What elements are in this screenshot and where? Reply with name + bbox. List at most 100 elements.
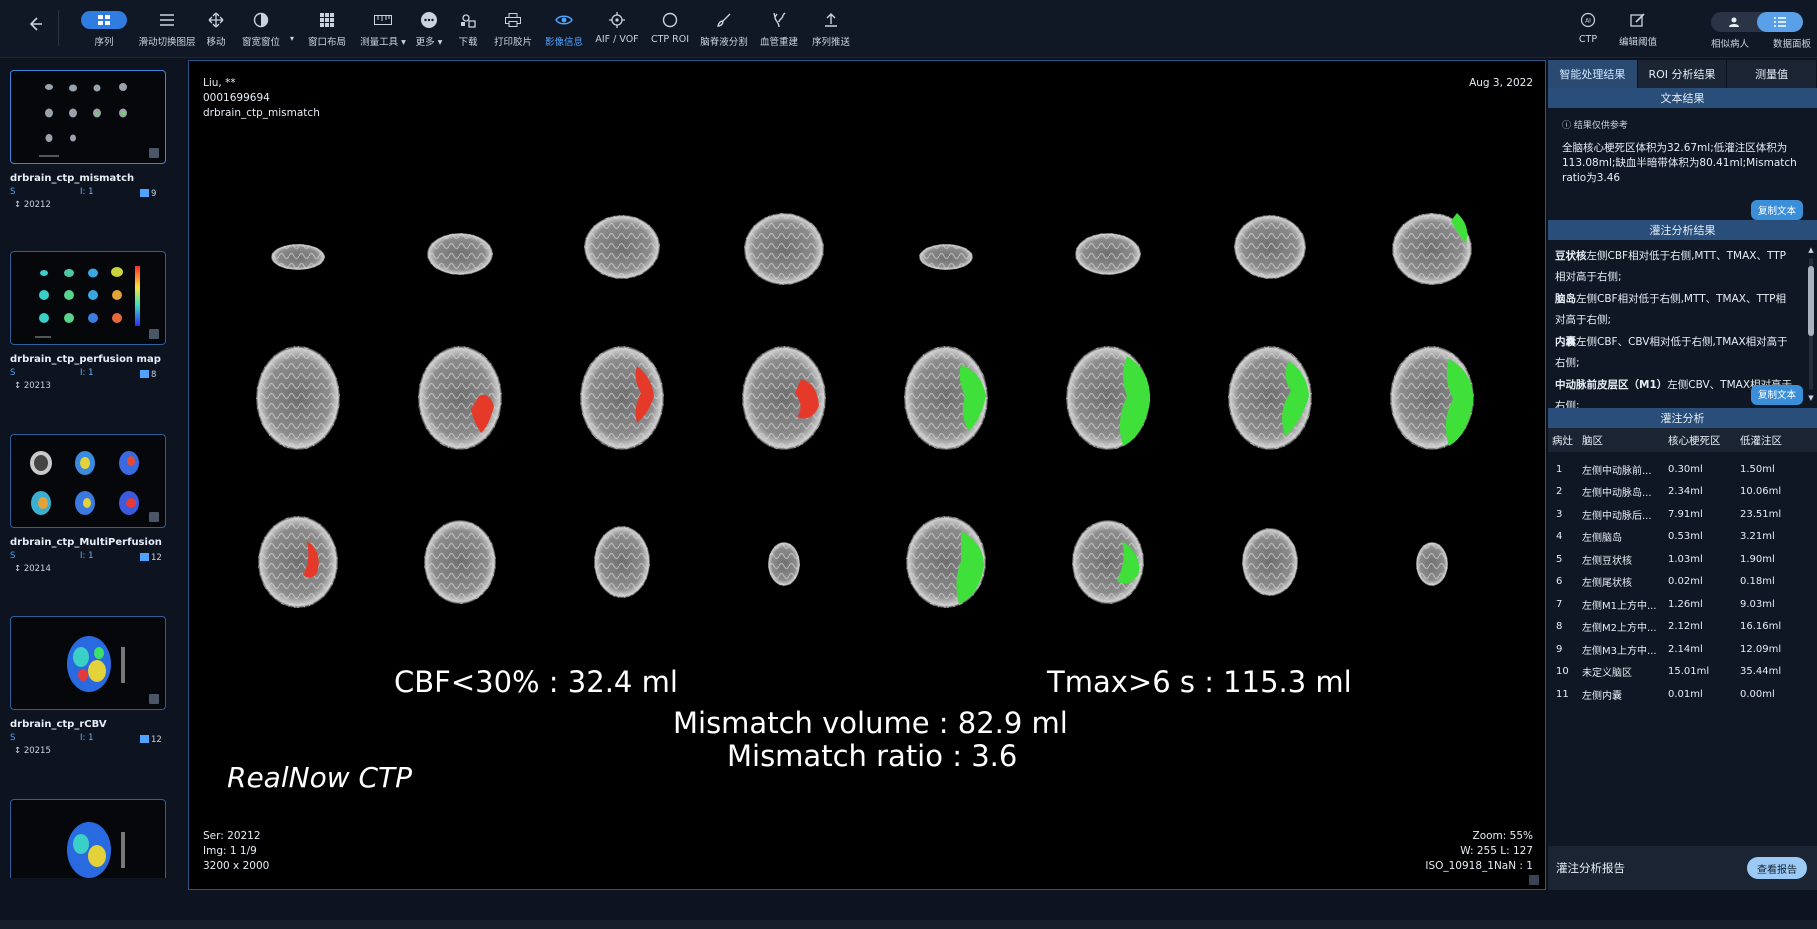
data-panel-toggle[interactable]: [1757, 12, 1803, 32]
layers-icon: [160, 10, 174, 30]
table-row[interactable]: 1 左侧中动脉前... 0.30ml 1.50ml: [1548, 458, 1817, 481]
series-card[interactable]: drbrain_ctp_perfusion map S I: 1 8 ↕ 202…: [10, 251, 166, 394]
table-cell: 0.18ml: [1740, 576, 1775, 588]
back-arrow-icon[interactable]: [22, 14, 48, 40]
table-row[interactable]: 5 左侧豆状核 1.03ml 1.90ml: [1548, 548, 1817, 571]
table-row[interactable]: 2 左侧中动脉岛... 2.34ml 10.06ml: [1548, 481, 1817, 504]
table-cell: 0.01ml: [1668, 688, 1703, 700]
text-result-header: 文本结果: [1548, 88, 1817, 108]
image-viewport[interactable]: Liu, ** 0001699694 drbrain_ctp_mismatch …: [188, 60, 1546, 890]
table-row[interactable]: 10 未定义脑区 15.01ml 35.44ml: [1548, 661, 1817, 684]
series-thumbnail[interactable]: [10, 434, 166, 528]
list-item: 脑岛左侧CBF相对低于右侧,MTT、TMAX、TTP相对高于右侧;: [1555, 293, 1786, 326]
tool-series-push[interactable]: 序列推送: [806, 0, 856, 58]
copy-perfusion-text-button[interactable]: 复制文本: [1751, 385, 1803, 405]
copy-text-button[interactable]: 复制文本: [1751, 200, 1803, 220]
series-thumbnail[interactable]: [10, 799, 166, 878]
layout-grid-icon: [320, 10, 334, 30]
tool-layout[interactable]: 窗口布局: [298, 0, 356, 58]
scroll-thumb[interactable]: [1808, 266, 1814, 336]
tool-download[interactable]: 下载: [448, 0, 488, 58]
scroll-up-icon[interactable]: ▲: [1807, 246, 1815, 254]
tool-slide-layers[interactable]: 滑动切换图层: [138, 0, 196, 58]
series-card[interactable]: drbrain_ctp_rCBV S I: 1 12 ↕ 20215: [10, 616, 166, 759]
stack-corner-icon: [149, 512, 159, 522]
app: 序列 滑动切换图层 移动 窗宽窗位 ▾ 窗口布局 测量工具 ▾ 更多 ▾ 下载 …: [0, 0, 1817, 929]
result-tabs: 智能处理结果 ROI 分析结果 测量值: [1548, 60, 1817, 88]
ai-icon: AI: [1580, 10, 1596, 30]
table-row[interactable]: 9 左侧M3上方中... 2.14ml 12.09ml: [1548, 638, 1817, 661]
mismatch-volume-text: Mismatch volume : 82.9 ml: [673, 706, 1068, 740]
view-report-button[interactable]: 查看报告: [1747, 857, 1807, 879]
mismatch-ratio-text: Mismatch ratio : 3.6: [727, 739, 1018, 773]
series-card[interactable]: drbrain_ctp_MultiPerfusion S I: 1 12 ↕ 2…: [10, 434, 166, 577]
tool-move[interactable]: 移动: [196, 0, 236, 58]
tool-ctp-roi[interactable]: CTP ROI: [644, 0, 696, 58]
rcbf-thumbnail-image: [67, 822, 125, 878]
more-icon: [421, 10, 437, 30]
table-cell: 7: [1556, 598, 1563, 610]
table-cell: 12.09ml: [1740, 643, 1782, 655]
table-cell: 左侧尾状核: [1582, 578, 1632, 590]
tool-vessel-reconstruction[interactable]: 血管重建: [752, 0, 806, 58]
table-row[interactable]: 7 左侧M1上方中... 1.26ml 9.03ml: [1548, 593, 1817, 616]
circle-icon: [662, 10, 678, 30]
series-card[interactable]: [10, 799, 166, 878]
brush-icon: [716, 10, 732, 30]
download-icon: [460, 10, 476, 30]
resize-handle[interactable]: [1529, 875, 1539, 885]
chevron-down-icon: ▾: [289, 34, 294, 43]
result-panel: 智能处理结果 ROI 分析结果 测量值 文本结果 ⓘ 结果仅供参考 全脑核心梗死…: [1548, 60, 1817, 890]
series-meta: S I: 1 9 ↕ 20212: [10, 187, 157, 210]
tab-roi-results[interactable]: ROI 分析结果: [1637, 60, 1728, 88]
series-thumbnail[interactable]: [10, 616, 166, 710]
series-thumbnail[interactable]: [10, 251, 166, 345]
tab-measurements[interactable]: 测量值: [1727, 60, 1817, 88]
table-row[interactable]: 4 左侧脑岛 0.53ml 3.21ml: [1548, 526, 1817, 549]
tool-csf-segmentation[interactable]: 脑脊液分割: [696, 0, 752, 58]
view-segment-toggle[interactable]: [1711, 12, 1803, 32]
series-thumbnail[interactable]: [10, 70, 166, 164]
table-row[interactable]: 8 左侧M2上方中... 2.12ml 16.16ml: [1548, 616, 1817, 639]
tool-window-level[interactable]: 窗宽窗位: [236, 0, 286, 58]
table-cell: 3.21ml: [1740, 531, 1775, 543]
scrollbar[interactable]: ▲ ▼: [1807, 246, 1815, 402]
tool-ctp-ai[interactable]: AI CTP: [1566, 0, 1610, 58]
table-row[interactable]: 3 左侧中动脉后... 7.91ml 23.51ml: [1548, 503, 1817, 526]
table-cell: 11: [1556, 688, 1569, 700]
tab-ai-results[interactable]: 智能处理结果: [1548, 60, 1638, 88]
table-cell: 左侧豆状核: [1582, 555, 1632, 567]
vessel-icon: [771, 10, 787, 30]
ruler-icon: [374, 10, 392, 30]
tool-edit-threshold[interactable]: 编辑阈值: [1610, 0, 1666, 58]
stack-corner-icon: [149, 694, 159, 704]
tmax-volume-text: Tmax>6 s : 115.3 ml: [1047, 665, 1352, 699]
table-cell: 10: [1556, 666, 1569, 678]
stack-icon: [140, 370, 149, 378]
tool-image-info[interactable]: 影像信息: [538, 0, 590, 58]
tool-more[interactable]: 更多 ▾: [410, 0, 448, 58]
segment-labels: 相似病人 数据面板: [1711, 39, 1811, 50]
tool-series[interactable]: 序列: [70, 0, 138, 58]
tool-print-film[interactable]: 打印胶片: [488, 0, 538, 58]
table-cell: 左侧中动脉后...: [1582, 510, 1652, 522]
display-info: Zoom: 55% W: 255 L: 127 ISO_10918_1NaN :…: [1425, 830, 1533, 872]
tool-aif-vof[interactable]: AIF / VOF: [590, 0, 644, 58]
series-card[interactable]: drbrain_ctp_mismatch S I: 1 9 ↕ 20212: [10, 70, 166, 213]
table-cell: 左侧脑岛: [1582, 533, 1622, 545]
tool-measure[interactable]: 测量工具 ▾: [356, 0, 410, 58]
scroll-down-icon[interactable]: ▼: [1807, 394, 1815, 402]
table-row[interactable]: 6 左侧尾状核 0.02ml 0.18ml: [1548, 571, 1817, 594]
rcbv-thumbnail-image: [67, 636, 125, 692]
brand-text: RealNow CTP: [227, 761, 413, 794]
user-icon: [1729, 17, 1739, 27]
table-row[interactable]: 11 左侧内囊 0.01ml 0.00ml: [1548, 683, 1817, 706]
window-level-dropdown[interactable]: ▾: [286, 0, 298, 58]
table-cell: 左侧M3上方中...: [1582, 645, 1657, 657]
table-cell: 2: [1556, 486, 1563, 498]
target-icon: [609, 10, 625, 30]
table-cell: 0.00ml: [1740, 688, 1775, 700]
grid-pill-icon: [81, 11, 127, 29]
similar-patient-toggle[interactable]: [1711, 12, 1757, 32]
series-info: Ser: 20212 Img: 1 1/9 3200 x 2000: [203, 830, 270, 872]
